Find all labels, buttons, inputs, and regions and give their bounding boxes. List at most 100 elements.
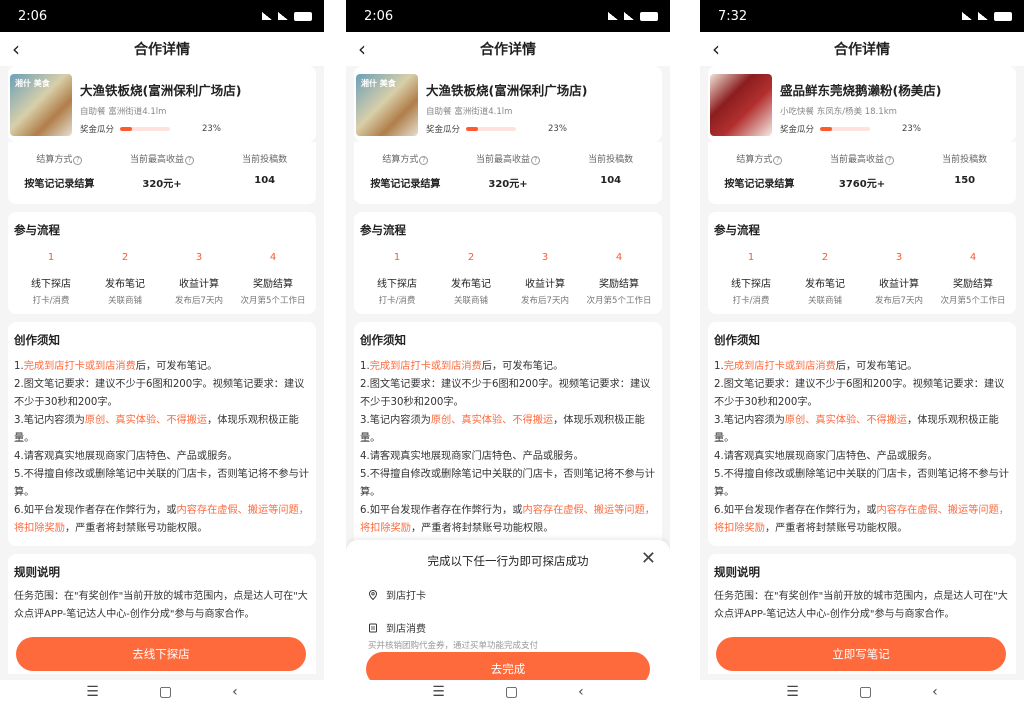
signal-icon (962, 12, 972, 20)
bonus-progress: 奖金瓜分 23% (780, 123, 1014, 135)
help-icon[interactable]: ? (73, 156, 83, 165)
flow-step: 2 发布笔记 关联商铺 (451, 252, 491, 306)
stat-value: 按笔记记录结算 (724, 179, 795, 190)
option-checkin[interactable]: 到店打卡 (368, 587, 670, 602)
flow-step: 2 发布笔记 关联商铺 (105, 252, 145, 306)
flow-step: 3 收益计算 发布后7天内 (521, 252, 569, 306)
stat-label: 当前最高收益 (130, 155, 185, 165)
notice-section: 创作须知 1.完成到店打卡或到店消费后，可发布笔记。 2.图文笔记要求：建议不少… (708, 322, 1016, 546)
status-time: 7:32 (718, 8, 748, 24)
flow-step: 4 奖励结算 次月第5个工作日 (586, 252, 652, 306)
status-bar: 7:32 (700, 0, 1024, 32)
shop-name: 盛品鲜东莞烧鹅濑粉(杨美店) (780, 83, 942, 98)
notice-rules: 1.完成到店打卡或到店消费后，可发布笔记。 2.图文笔记要求：建议不少于6图和2… (714, 361, 1009, 534)
stat-value: 按笔记记录结算 (370, 179, 441, 190)
back-icon[interactable]: ‹ (712, 39, 720, 59)
notice-title: 创作须知 (14, 333, 60, 347)
rules-text: 任务范围：在"有奖创作"当前开放的城市范围内，点是达人可在"大众点评APP-笔记… (14, 591, 308, 620)
flow-title: 参与流程 (14, 223, 60, 237)
notice-section: 创作须知 1.完成到店打卡或到店消费后，可发布笔记。 2.图文笔记要求：建议不少… (354, 322, 662, 546)
status-time: 2:06 (364, 8, 394, 24)
shop-card[interactable]: 湘什 美食 大渔铁板烧(富洲保利广场店) 自助餐 富洲街道4.1lm 奖金瓜分 … (8, 66, 316, 142)
receipt-icon (369, 623, 377, 632)
stat-label: 结算方式 (36, 155, 73, 165)
back-nav-icon[interactable]: ‹ (232, 684, 238, 700)
flow-step: 2 发布笔记 关联商铺 (805, 252, 845, 306)
phone-screen-2: 2:06 ‹ 合作详情 湘什 美食 大渔铁板烧(富洲保利广场店) 自助餐 富洲街… (346, 0, 670, 704)
home-icon[interactable]: ▢ (505, 684, 518, 700)
go-explore-button[interactable]: 去线下探店 (16, 637, 306, 671)
battery-icon (294, 11, 312, 21)
bonus-percent: 23% (548, 124, 567, 134)
stat-label: 当前投稿数 (242, 155, 288, 165)
back-icon[interactable]: ‹ (358, 39, 366, 59)
stat-value: 320元+ (488, 179, 528, 190)
stat-value: 3760元+ (838, 179, 886, 190)
help-icon[interactable]: ? (773, 156, 783, 165)
stat-label: 结算方式 (382, 155, 419, 165)
rules-title: 规则说明 (14, 565, 60, 579)
flow-section: 参与流程 1 线下探店 打卡/消费 2 发布笔记 关联商铺 3 收益计算 发布后7天内 4奖… (8, 212, 316, 314)
bonus-bar (820, 127, 871, 131)
stat-label: 当前投稿数 (942, 155, 988, 165)
notice-title: 创作须知 (714, 333, 760, 347)
status-icons (962, 11, 1012, 21)
sheet-title: 完成以下任一行为即可探店成功 (427, 554, 589, 568)
page-title: 合作详情 (834, 42, 890, 58)
shop-card[interactable]: 湘什 美食 大渔铁板烧(富洲保利广场店) 自助餐 富洲街道4.1lm 奖金瓜分 … (354, 66, 662, 142)
rules-text: 任务范围：在"有奖创作"当前开放的城市范围内，点是达人可在"大众点评APP-笔记… (714, 591, 1008, 620)
page-title: 合作详情 (480, 42, 536, 58)
shop-name: 大渔铁板烧(富洲保利广场店) (426, 83, 588, 98)
menu-icon[interactable]: ☰ (432, 684, 445, 700)
bonus-percent: 23% (202, 124, 221, 134)
nav-bar: ‹ 合作详情 (700, 32, 1024, 66)
shop-name: 大渔铁板烧(富洲保利广场店) (80, 83, 242, 98)
stat-label: 当前最高收益 (830, 155, 885, 165)
nav-bar: ‹ 合作详情 (346, 32, 670, 66)
battery-icon (640, 11, 658, 21)
stats-row: 结算方式? 按笔记记录结算 当前最高收益? 320元+ 当前投稿数 104 (354, 142, 662, 204)
stats-row: 结算方式? 按笔记记录结算 当前最高收益? 320元+ 当前投稿数 104 (8, 142, 316, 204)
flow-step: 4 奖励结算 次月第5个工作日 (240, 252, 306, 306)
shop-card[interactable]: 盛品鲜东莞烧鹅濑粉(杨美店) 小吃快餐 东凤东/杨美 18.1km 奖金瓜分 2… (708, 66, 1016, 142)
menu-icon[interactable]: ☰ (86, 684, 99, 700)
system-nav-bar: ☰ ▢ ‹ (346, 680, 670, 704)
flow-step: 1 线下探店 打卡/消费 (31, 252, 71, 306)
help-icon[interactable]: ? (185, 156, 195, 165)
help-icon[interactable]: ? (531, 156, 541, 165)
bonus-bar (466, 127, 517, 131)
close-icon[interactable]: ✕ (641, 548, 656, 569)
bonus-label: 奖金瓜分 (426, 125, 461, 135)
write-note-button[interactable]: 立即写笔记 (716, 637, 1006, 671)
stat-value: 按笔记记录结算 (24, 179, 95, 190)
page-title: 合作详情 (134, 42, 190, 58)
option-description: 买并核销团购代金券，通过买单功能完成支付 (368, 641, 539, 651)
flow-step: 1 线下探店 打卡/消费 (731, 252, 771, 306)
signal-icon (262, 12, 272, 20)
flow-title: 参与流程 (360, 223, 406, 237)
help-icon[interactable]: ? (885, 156, 895, 165)
shop-meta: 小吃快餐 东凤东/杨美 18.1km (780, 107, 897, 117)
back-icon[interactable]: ‹ (12, 39, 20, 59)
flow-step: 4 奖励结算 次月第5个工作日 (940, 252, 1006, 306)
back-nav-icon[interactable]: ‹ (578, 684, 584, 700)
stat-label: 当前投稿数 (588, 155, 634, 165)
flow-step: 1 线下探店 打卡/消费 (377, 252, 417, 306)
shop-meta: 自助餐 富洲街道4.1lm (426, 107, 513, 117)
system-nav-bar: ☰ ▢ ‹ (0, 680, 324, 704)
shop-thumbnail: 湘什 美食 (10, 74, 72, 136)
home-icon[interactable]: ▢ (859, 684, 872, 700)
flow-section: 参与流程 1 线下探店 打卡/消费 2 发布笔记 关联商铺 3 收益计算 发布后7天内 4奖… (354, 212, 662, 314)
shop-thumbnail (710, 74, 772, 136)
home-icon[interactable]: ▢ (159, 684, 172, 700)
signal-icon (608, 12, 618, 20)
battery-icon (994, 11, 1012, 21)
notice-rules: 1.完成到店打卡或到店消费后，可发布笔记。 2.图文笔记要求：建议不少于6图和2… (360, 361, 655, 534)
stat-value: 104 (600, 175, 622, 186)
stat-value: 104 (254, 175, 276, 186)
back-nav-icon[interactable]: ‹ (932, 684, 938, 700)
status-time: 2:06 (18, 8, 48, 24)
option-consume[interactable]: 到店消费 (368, 620, 670, 635)
help-icon[interactable]: ? (419, 156, 429, 165)
menu-icon[interactable]: ☰ (786, 684, 799, 700)
